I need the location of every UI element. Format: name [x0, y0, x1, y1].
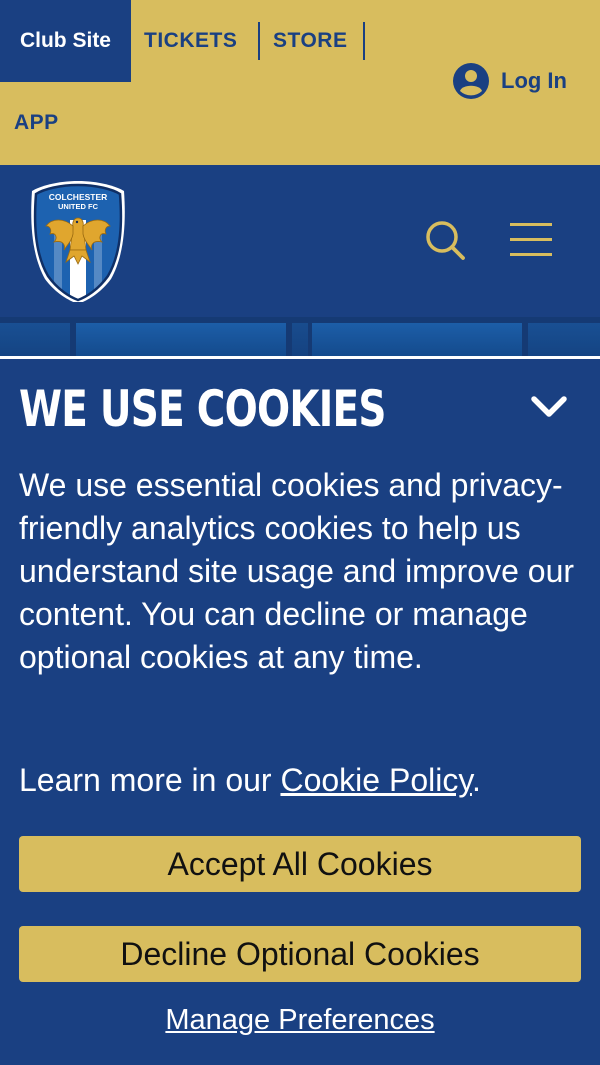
- search-icon[interactable]: [424, 219, 466, 261]
- hero-stripe: [76, 323, 286, 357]
- store-link[interactable]: STORE: [273, 22, 347, 60]
- crest-text-line1: COLCHESTER: [49, 192, 108, 202]
- app-link[interactable]: APP: [14, 104, 59, 142]
- hero-stripe: [292, 323, 308, 357]
- hamburger-menu-icon[interactable]: [508, 220, 554, 260]
- tickets-link[interactable]: TICKETS: [144, 22, 237, 60]
- hero-stripe: [528, 323, 600, 357]
- club-crest-logo[interactable]: COLCHESTER UNITED FC: [30, 180, 126, 302]
- hero-stripe: [312, 323, 522, 357]
- crest-text-line2: UNITED FC: [58, 202, 99, 211]
- cookie-learn-more: Learn more in our Cookie Policy.: [19, 759, 584, 802]
- login-button[interactable]: Log In: [453, 62, 567, 100]
- login-label: Log In: [501, 68, 567, 93]
- user-account-icon: [453, 63, 489, 99]
- cookie-banner-description: We use essential cookies and privacy-fri…: [19, 467, 575, 675]
- learn-more-prefix: Learn more in our: [19, 762, 281, 798]
- manage-preferences-link[interactable]: Manage Preferences: [0, 1004, 600, 1037]
- chevron-down-icon[interactable]: [530, 392, 568, 422]
- accept-all-cookies-button[interactable]: Accept All Cookies: [19, 836, 581, 892]
- divider: [363, 22, 365, 60]
- cookie-consent-banner: WE USE COOKIES We use essential cookies …: [0, 356, 600, 1065]
- club-site-link[interactable]: Club Site: [0, 0, 131, 82]
- site-header: COLCHESTER UNITED FC: [0, 165, 600, 317]
- top-utility-bar: Club Site TICKETS STORE APP Log In: [0, 0, 600, 165]
- hero-stripe: [0, 323, 70, 357]
- hero-image-strip: [0, 317, 600, 357]
- learn-more-suffix: .: [471, 762, 481, 798]
- cookie-banner-title: WE USE COOKIES: [19, 380, 386, 438]
- decline-optional-cookies-button[interactable]: Decline Optional Cookies: [19, 926, 581, 982]
- divider: [258, 22, 260, 60]
- cookie-policy-link[interactable]: Cookie Policy: [280, 762, 471, 798]
